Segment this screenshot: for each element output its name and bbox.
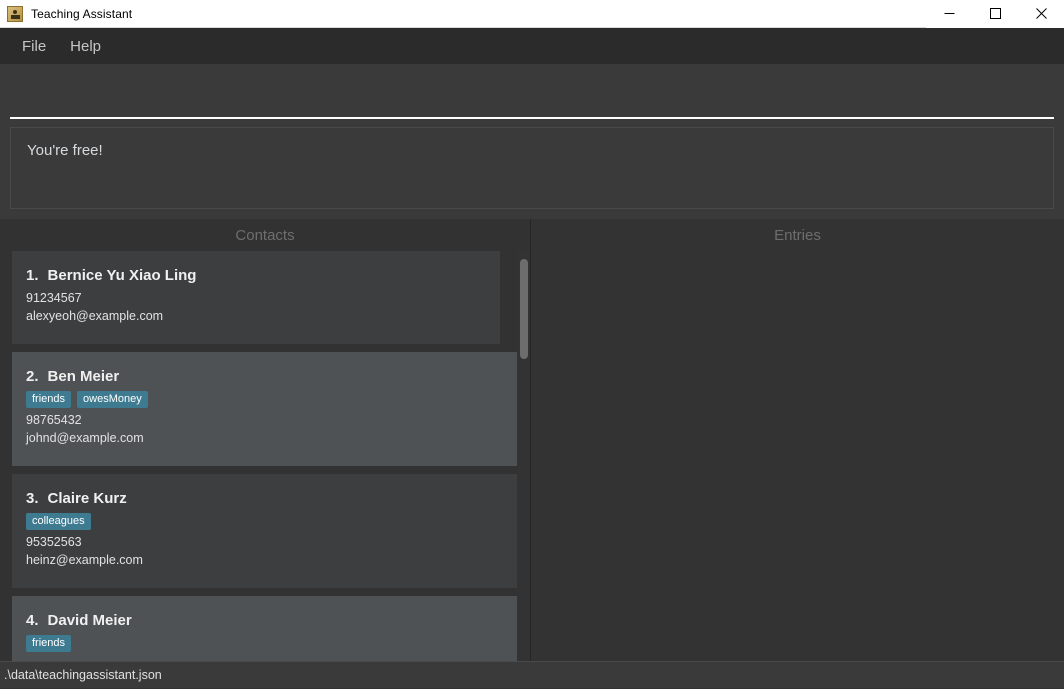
title-bar: Teaching Assistant xyxy=(0,0,1064,28)
contact-tag-row: friends owesMoney xyxy=(26,390,504,409)
minimize-icon xyxy=(944,13,954,14)
entries-panel-header: Entries xyxy=(774,226,821,244)
contact-tag: owesMoney xyxy=(77,390,148,409)
minimize-button[interactable] xyxy=(926,0,972,28)
contact-card[interactable]: 1. Bernice Yu Xiao Ling 91234567 alexyeoh@e… xyxy=(12,251,500,344)
contact-index: 4. xyxy=(26,611,39,629)
contact-index: 1. xyxy=(26,267,39,284)
contact-tag-row: colleagues xyxy=(26,512,504,531)
contacts-panel: Contacts 1. Bernice Yu Xiao Ling 91234567 a… xyxy=(0,219,531,661)
command-input-area xyxy=(0,65,1064,119)
close-button[interactable] xyxy=(1018,0,1064,28)
contact-email: heinz@example.com xyxy=(26,553,143,568)
contact-tag: colleagues xyxy=(26,512,91,531)
window-controls xyxy=(926,0,1064,28)
contact-index: 2. xyxy=(26,367,39,385)
menu-bar: File Help xyxy=(0,28,1064,65)
menu-item-help[interactable]: Help xyxy=(58,34,113,59)
contact-tag: friends xyxy=(26,634,72,653)
contact-email: alexyeoh@example.com xyxy=(26,308,164,323)
window-title: Teaching Assistant xyxy=(31,6,133,21)
status-bar: .\data\teachingassistant.json xyxy=(0,661,1064,688)
contact-card[interactable]: 4. David Meier friends xyxy=(12,595,518,661)
contacts-panel-header: Contacts xyxy=(235,226,295,244)
contact-card[interactable]: 2. Ben Meier friends owesMoney 98765432 johnd… xyxy=(12,351,518,466)
contact-card[interactable]: 3. Claire Kurz colleagues 95352563 heinz@exa… xyxy=(12,473,518,588)
contact-name: 3. Claire Kurz xyxy=(26,489,127,507)
contacts-scrollbar-thumb[interactable] xyxy=(520,259,528,359)
contact-phone: 95352563 xyxy=(26,535,82,550)
command-input[interactable] xyxy=(10,74,1054,119)
maximize-button[interactable] xyxy=(972,0,1018,28)
close-icon xyxy=(1035,8,1047,19)
app-person-icon xyxy=(7,5,23,22)
status-bar-file-path: .\data\teachingassistant.json xyxy=(4,668,162,682)
result-message: You're free! xyxy=(27,142,103,159)
contact-phone: 91234567 xyxy=(26,291,82,305)
result-display-area: You're free! xyxy=(0,119,1064,219)
contact-index: 3. xyxy=(26,489,39,507)
contact-tag-row: friends xyxy=(26,634,504,653)
contacts-list[interactable]: 1. Bernice Yu Xiao Ling 91234567 alexyeoh@e… xyxy=(12,251,518,661)
menu-item-file[interactable]: File xyxy=(10,34,58,59)
contact-name: 1. Bernice Yu Xiao Ling xyxy=(26,267,197,284)
contact-tag: friends xyxy=(26,390,72,409)
contact-email: johnd@example.com xyxy=(26,430,144,445)
contacts-list-wrapper: 1. Bernice Yu Xiao Ling 91234567 alexyeoh@e… xyxy=(0,251,530,661)
contact-phone: 98765432 xyxy=(26,413,82,428)
entries-panel: Entries xyxy=(531,219,1064,661)
result-box: You're free! xyxy=(10,127,1054,209)
maximize-icon xyxy=(989,8,1001,19)
contacts-scrollbar[interactable] xyxy=(517,251,530,661)
contact-name: 4. David Meier xyxy=(26,611,132,629)
contact-name: 2. Ben Meier xyxy=(26,367,120,385)
panel-container: Contacts 1. Bernice Yu Xiao Ling 91234567 a… xyxy=(0,219,1064,661)
